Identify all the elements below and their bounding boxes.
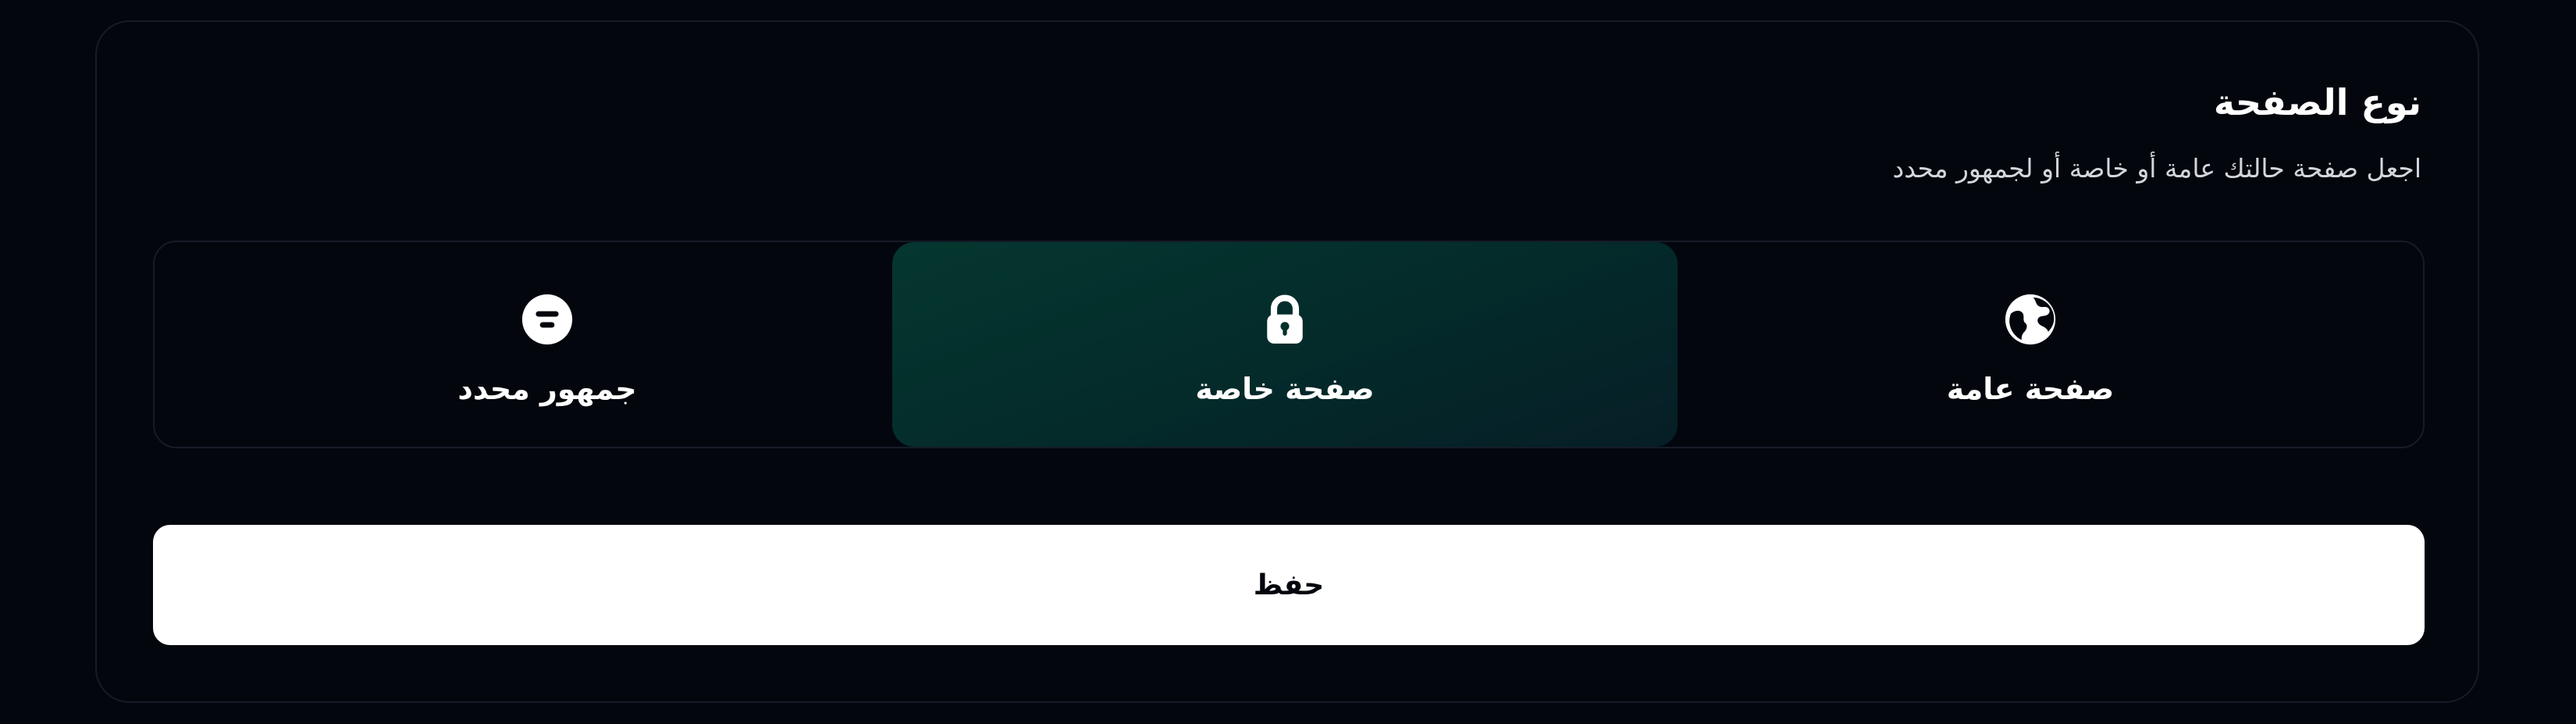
save-button[interactable]: حفظ [153,525,2425,645]
option-public-page[interactable]: صفحة عامة [1638,242,2423,447]
option-specific-audience[interactable]: جمهور محدد [155,242,940,447]
page-type-card: نوع الصفحة اجعل صفحة حالتك عامة أو خاصة … [95,20,2479,703]
page-type-options: صفحة عامة صفحة خاصة جمهور محدد [153,241,2425,448]
filter-icon [520,292,575,347]
section-title: نوع الصفحة [2213,81,2421,123]
option-private-page[interactable]: صفحة خاصة [892,242,1678,447]
globe-icon [2003,292,2058,347]
option-label: جمهور محدد [457,372,637,406]
option-label: صفحة خاصة [1195,372,1375,406]
option-label: صفحة عامة [1946,372,2115,406]
section-subtitle: اجعل صفحة حالتك عامة أو خاصة أو لجمهور م… [1892,153,2422,184]
lock-icon [1258,292,1312,347]
